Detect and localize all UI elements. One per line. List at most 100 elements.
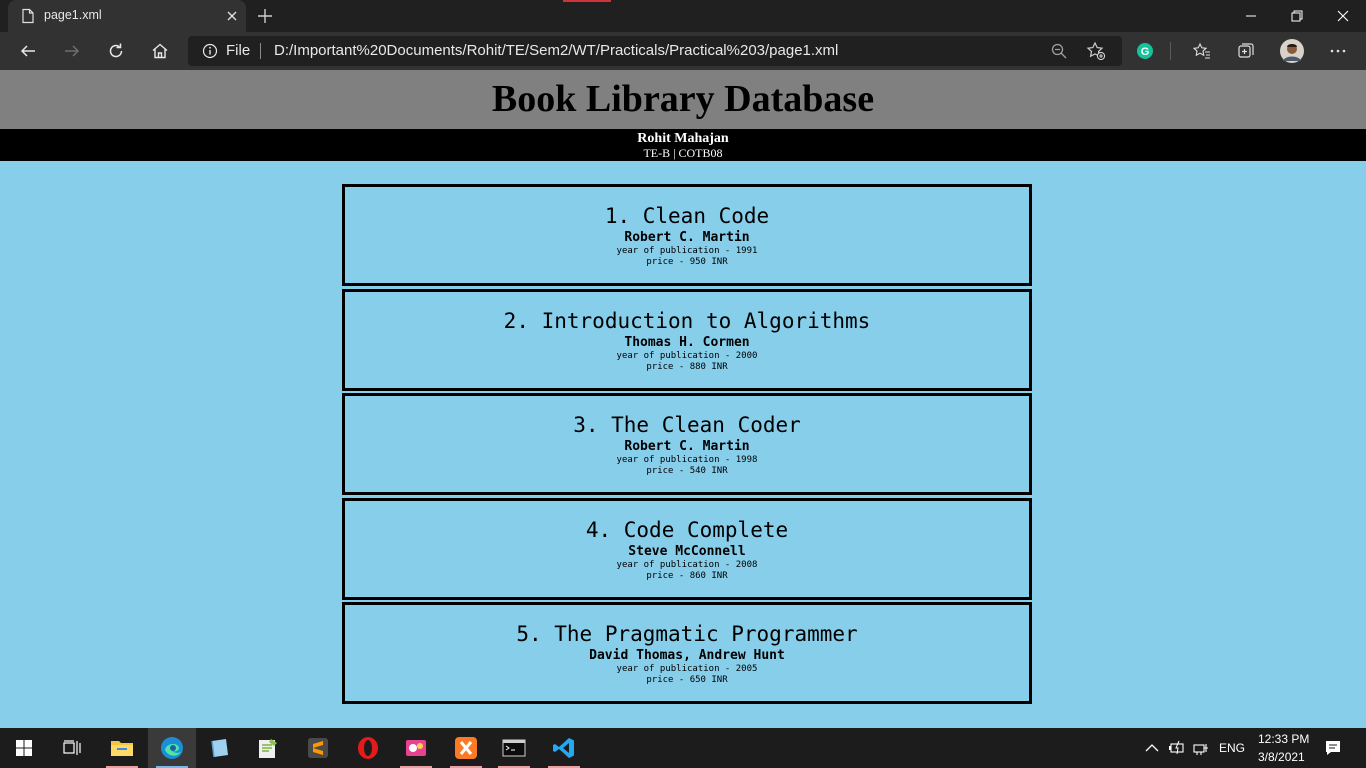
book-title: 4. Code Complete: [585, 518, 789, 542]
book-year: year of publication - 2008: [616, 560, 758, 570]
home-button[interactable]: [146, 37, 174, 65]
zoom-out-icon[interactable]: [1050, 42, 1068, 60]
author-class: TE-B | COTB08: [643, 146, 723, 160]
minimize-button[interactable]: [1228, 0, 1274, 32]
book-title: 5. The Pragmatic Programmer: [516, 622, 858, 646]
add-favorite-icon[interactable]: [1086, 41, 1106, 61]
sublime-text-icon: [308, 738, 328, 758]
document-icon: [22, 8, 34, 24]
forward-button[interactable]: [58, 37, 86, 65]
grammarly-letter: G: [1141, 46, 1150, 58]
author-name: Rohit Mahajan: [637, 131, 729, 146]
taskbar-vscode[interactable]: [540, 728, 588, 768]
grammarly-button[interactable]: G: [1131, 37, 1159, 65]
minimize-icon: [1246, 15, 1256, 17]
page-title: Book Library Database: [491, 78, 875, 120]
battery-icon[interactable]: [1168, 740, 1186, 756]
title-banner: Book Library Database: [0, 70, 1366, 129]
address-scheme-label: File: [226, 42, 251, 59]
book-price: price - 950 INR: [646, 257, 728, 267]
more-options-icon: [1330, 49, 1346, 53]
avatar: [1280, 39, 1304, 63]
close-window-button[interactable]: [1320, 0, 1366, 32]
info-icon[interactable]: [202, 43, 218, 59]
windows-icon: [16, 740, 32, 756]
browser-tab[interactable]: page1.xml: [8, 0, 246, 32]
address-bar[interactable]: File D:/Important%20Documents/Rohit/TE/S…: [188, 36, 1122, 66]
refresh-icon: [109, 43, 123, 58]
taskbar-notepad-plus[interactable]: [244, 728, 292, 768]
taskbar-file-explorer[interactable]: [98, 728, 146, 768]
book-year: year of publication - 1998: [616, 455, 758, 465]
forward-arrow-icon: [65, 45, 80, 57]
book-author: Thomas H. Cormen: [624, 335, 750, 350]
tab-strip-accent: [563, 0, 611, 2]
toolbar-divider: [1170, 42, 1171, 60]
input-language[interactable]: ENG: [1219, 741, 1245, 755]
show-hidden-icons-chevron-up-icon[interactable]: [1145, 742, 1159, 754]
book-title: 1. Clean Code: [604, 204, 770, 228]
back-button[interactable]: [14, 37, 42, 65]
book-author: Robert C. Martin: [624, 439, 750, 454]
collections-button[interactable]: [1232, 37, 1260, 65]
opera-icon: [358, 737, 378, 759]
terminal-icon: [502, 739, 526, 757]
clock-date[interactable]: 3/8/2021: [1258, 750, 1305, 764]
taskbar: ENG 12:33 PM 3/8/2021: [0, 728, 1366, 768]
edge-icon: [161, 737, 183, 759]
refresh-button[interactable]: [102, 37, 130, 65]
address-url[interactable]: D:/Important%20Documents/Rohit/TE/Sem2/W…: [274, 42, 838, 59]
notebook-icon: [211, 739, 228, 758]
folder-icon: [111, 741, 133, 756]
taskbar-media-app[interactable]: [392, 728, 440, 768]
book-price: price - 650 INR: [646, 675, 728, 685]
page-viewport: Book Library Database Rohit Mahajan TE-B…: [0, 70, 1366, 728]
taskbar-opera[interactable]: [344, 728, 392, 768]
book-card: 2. Introduction to Algorithms Thomas H. …: [342, 289, 1032, 391]
book-author: Steve McConnell: [628, 544, 746, 559]
book-year: year of publication - 2000: [616, 351, 758, 361]
book-author: David Thomas, Andrew Hunt: [589, 648, 785, 663]
back-arrow-icon: [20, 45, 35, 57]
restore-icon: [1291, 10, 1303, 22]
new-tab-icon[interactable]: [256, 7, 274, 25]
close-icon: [1337, 10, 1349, 22]
vscode-icon: [553, 738, 574, 758]
book-price: price - 860 INR: [646, 571, 728, 581]
start-button[interactable]: [0, 728, 48, 768]
profile-button[interactable]: [1278, 37, 1306, 65]
network-icon[interactable]: [1192, 739, 1210, 757]
notepad-icon: [259, 739, 277, 758]
taskbar-xampp[interactable]: [442, 728, 490, 768]
xampp-icon: [455, 737, 477, 759]
book-card: 5. The Pragmatic Programmer David Thomas…: [342, 602, 1032, 704]
collections-icon: [1238, 43, 1254, 58]
task-view-icon: [63, 740, 81, 755]
tab-strip: page1.xml: [0, 0, 1366, 32]
media-app-icon: [406, 740, 426, 756]
clock-time[interactable]: 12:33 PM: [1258, 732, 1309, 746]
book-price: price - 880 INR: [646, 362, 728, 372]
settings-menu-button[interactable]: [1324, 37, 1352, 65]
taskbar-sublime[interactable]: [294, 728, 342, 768]
book-price: price - 540 INR: [646, 466, 728, 476]
book-card: 4. Code Complete Steve McConnell year of…: [342, 498, 1032, 600]
home-icon: [152, 43, 168, 59]
address-separator: [260, 43, 261, 59]
author-bar: Rohit Mahajan TE-B | COTB08: [0, 129, 1366, 161]
task-view-button[interactable]: [48, 728, 96, 768]
book-title: 3. The Clean Coder: [573, 413, 801, 437]
favorites-button[interactable]: [1188, 37, 1216, 65]
browser-toolbar: File D:/Important%20Documents/Rohit/TE/S…: [0, 32, 1366, 70]
taskbar-terminal[interactable]: [490, 728, 538, 768]
favorites-icon: [1193, 42, 1210, 59]
book-card: 3. The Clean Coder Robert C. Martin year…: [342, 393, 1032, 495]
notification-center-icon[interactable]: [1324, 739, 1342, 757]
grammarly-icon: G: [1137, 43, 1153, 59]
restore-button[interactable]: [1274, 0, 1320, 32]
book-author: Robert C. Martin: [624, 230, 750, 245]
book-title: 2. Introduction to Algorithms: [503, 309, 871, 333]
close-tab-icon[interactable]: [224, 8, 240, 24]
taskbar-edge[interactable]: [148, 728, 196, 768]
taskbar-notes-app[interactable]: [196, 728, 244, 768]
